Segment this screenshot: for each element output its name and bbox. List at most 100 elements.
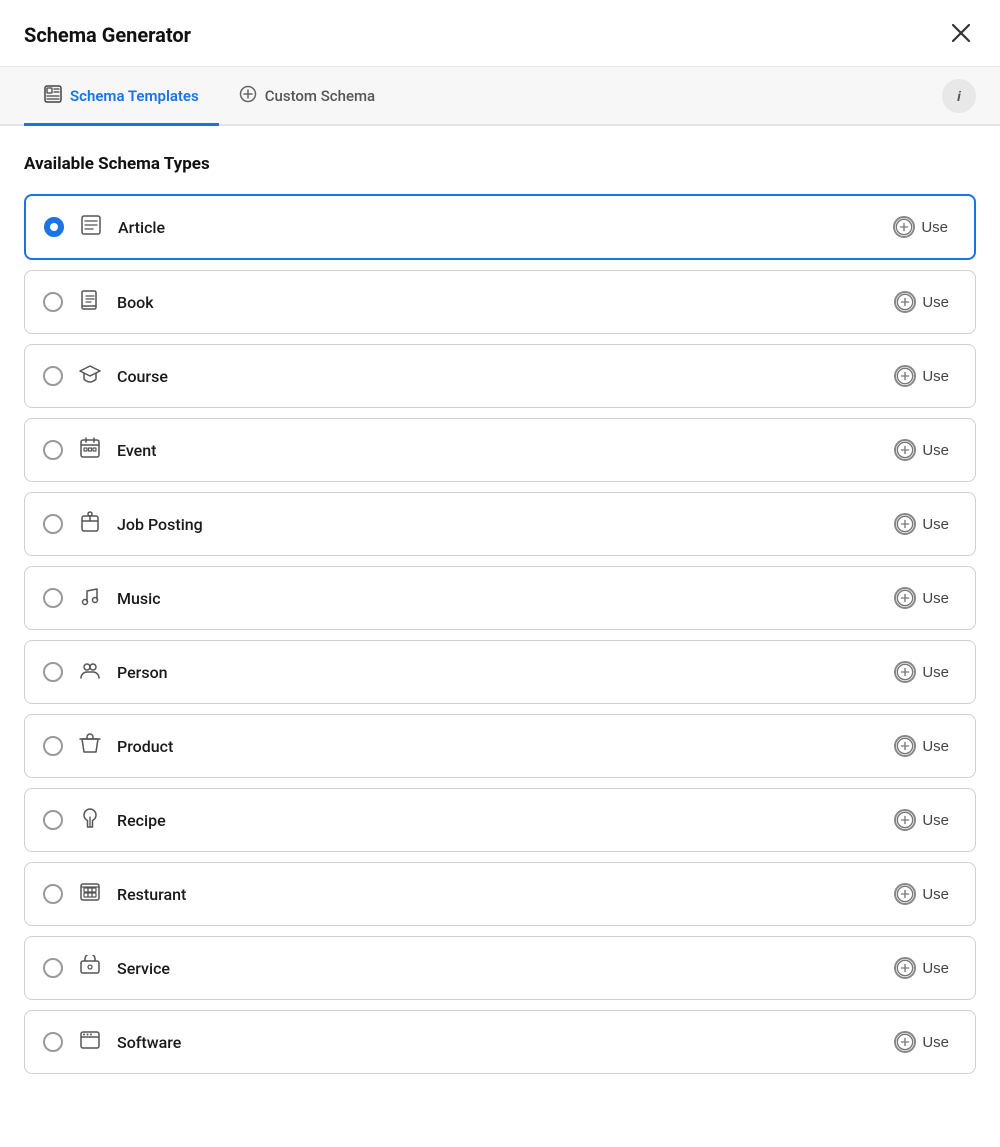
plus-circle-icon bbox=[239, 85, 257, 107]
schema-music-name: Music bbox=[117, 589, 161, 608]
schema-service-name: Service bbox=[117, 959, 170, 978]
radio-product[interactable] bbox=[43, 736, 63, 756]
software-icon bbox=[77, 1029, 103, 1056]
schema-item-person[interactable]: Person Use bbox=[24, 640, 976, 704]
use-product-label: Use bbox=[922, 738, 949, 755]
section-title: Available Schema Types bbox=[24, 154, 976, 174]
use-book-icon bbox=[894, 291, 916, 313]
schema-item-recipe-left: Recipe bbox=[43, 807, 166, 834]
schema-person-name: Person bbox=[117, 663, 168, 682]
course-icon bbox=[77, 363, 103, 390]
use-recipe-icon bbox=[894, 809, 916, 831]
use-job-posting-icon bbox=[894, 513, 916, 535]
tabs-left: Schema Templates Custom Schema bbox=[24, 67, 395, 124]
use-event-icon bbox=[894, 439, 916, 461]
radio-recipe[interactable] bbox=[43, 810, 63, 830]
use-product-button[interactable]: Use bbox=[886, 731, 957, 761]
use-job-posting-button[interactable]: Use bbox=[886, 509, 957, 539]
use-resturant-label: Use bbox=[922, 886, 949, 903]
use-course-icon bbox=[894, 365, 916, 387]
use-course-label: Use bbox=[922, 368, 949, 385]
radio-person[interactable] bbox=[43, 662, 63, 682]
job-posting-icon bbox=[77, 511, 103, 538]
info-button[interactable]: i bbox=[942, 79, 976, 113]
radio-service[interactable] bbox=[43, 958, 63, 978]
schema-resturant-name: Resturant bbox=[117, 885, 186, 904]
service-icon bbox=[77, 955, 103, 982]
schema-item-course[interactable]: Course Use bbox=[24, 344, 976, 408]
schema-book-name: Book bbox=[117, 293, 154, 312]
schema-item-job-posting-left: Job Posting bbox=[43, 511, 203, 538]
use-service-icon bbox=[894, 957, 916, 979]
use-article-icon bbox=[893, 216, 915, 238]
schema-course-name: Course bbox=[117, 367, 168, 386]
schema-item-music-left: Music bbox=[43, 585, 161, 612]
schema-item-resturant[interactable]: Resturant Use bbox=[24, 862, 976, 926]
article-icon bbox=[78, 214, 104, 241]
schema-article-name: Article bbox=[118, 218, 165, 237]
schema-item-software-left: Software bbox=[43, 1029, 181, 1056]
schema-item-article[interactable]: Article Use bbox=[24, 194, 976, 260]
schema-job-posting-name: Job Posting bbox=[117, 515, 203, 534]
use-software-label: Use bbox=[922, 1034, 949, 1051]
use-course-button[interactable]: Use bbox=[886, 361, 957, 391]
use-product-icon bbox=[894, 735, 916, 757]
schema-item-course-left: Course bbox=[43, 363, 168, 390]
close-button[interactable] bbox=[946, 18, 976, 52]
schema-recipe-name: Recipe bbox=[117, 811, 166, 830]
tabs-bar: Schema Templates Custom Schema i bbox=[0, 67, 1000, 126]
use-person-button[interactable]: Use bbox=[886, 657, 957, 687]
schema-item-music[interactable]: Music Use bbox=[24, 566, 976, 630]
radio-software[interactable] bbox=[43, 1032, 63, 1052]
radio-job-posting[interactable] bbox=[43, 514, 63, 534]
schema-item-service[interactable]: Service Use bbox=[24, 936, 976, 1000]
dialog-header: Schema Generator bbox=[0, 0, 1000, 67]
schema-item-software[interactable]: Software Use bbox=[24, 1010, 976, 1074]
use-event-button[interactable]: Use bbox=[886, 435, 957, 465]
radio-book[interactable] bbox=[43, 292, 63, 312]
schema-event-name: Event bbox=[117, 441, 156, 460]
schema-item-product-left: Product bbox=[43, 733, 173, 760]
use-software-button[interactable]: Use bbox=[886, 1027, 957, 1057]
schema-item-book[interactable]: Book Use bbox=[24, 270, 976, 334]
schema-item-job-posting[interactable]: Job Posting Use bbox=[24, 492, 976, 556]
tab-custom-schema-label: Custom Schema bbox=[265, 87, 375, 105]
close-icon bbox=[950, 22, 972, 44]
radio-course[interactable] bbox=[43, 366, 63, 386]
radio-event[interactable] bbox=[43, 440, 63, 460]
use-person-label: Use bbox=[922, 664, 949, 681]
schema-item-recipe[interactable]: Recipe Use bbox=[24, 788, 976, 852]
schema-item-person-left: Person bbox=[43, 659, 168, 686]
book-icon bbox=[77, 289, 103, 316]
product-icon bbox=[77, 733, 103, 760]
radio-resturant[interactable] bbox=[43, 884, 63, 904]
use-article-button[interactable]: Use bbox=[885, 212, 956, 242]
radio-music[interactable] bbox=[43, 588, 63, 608]
use-service-button[interactable]: Use bbox=[886, 953, 957, 983]
dialog-title: Schema Generator bbox=[24, 23, 191, 47]
use-resturant-button[interactable]: Use bbox=[886, 879, 957, 909]
schema-item-product[interactable]: Product Use bbox=[24, 714, 976, 778]
use-book-label: Use bbox=[922, 294, 949, 311]
schema-software-name: Software bbox=[117, 1033, 181, 1052]
tab-schema-templates-label: Schema Templates bbox=[70, 87, 199, 105]
tab-schema-templates[interactable]: Schema Templates bbox=[24, 67, 219, 126]
tab-custom-schema[interactable]: Custom Schema bbox=[219, 67, 395, 126]
schema-item-event-left: Event bbox=[43, 437, 156, 464]
event-icon bbox=[77, 437, 103, 464]
use-software-icon bbox=[894, 1031, 916, 1053]
radio-article[interactable] bbox=[44, 217, 64, 237]
use-article-label: Use bbox=[921, 219, 948, 236]
use-job-posting-label: Use bbox=[922, 516, 949, 533]
schema-list: Article Use bbox=[24, 194, 976, 1074]
use-book-button[interactable]: Use bbox=[886, 287, 957, 317]
use-music-button[interactable]: Use bbox=[886, 583, 957, 613]
use-recipe-button[interactable]: Use bbox=[886, 805, 957, 835]
schema-item-book-left: Book bbox=[43, 289, 154, 316]
use-music-label: Use bbox=[922, 590, 949, 607]
person-icon bbox=[77, 659, 103, 686]
recipe-icon bbox=[77, 807, 103, 834]
schema-item-article-left: Article bbox=[44, 214, 165, 241]
schema-item-event[interactable]: Event Use bbox=[24, 418, 976, 482]
template-icon bbox=[44, 85, 62, 107]
